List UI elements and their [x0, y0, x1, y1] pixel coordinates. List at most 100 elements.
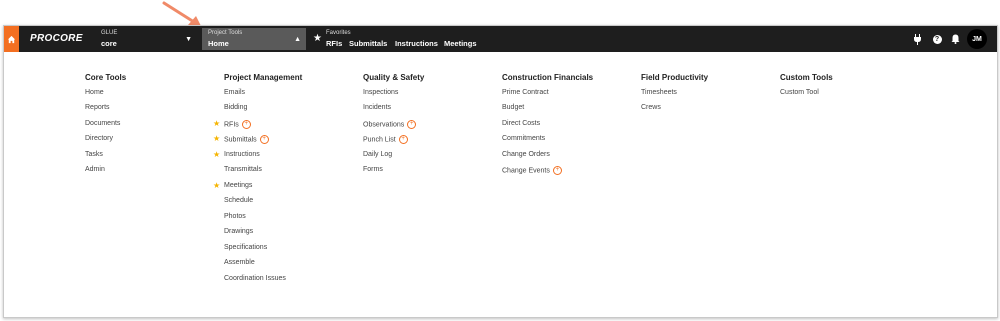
favorite-link-instructions[interactable]: Instructions — [395, 39, 438, 48]
home-button[interactable] — [4, 26, 19, 52]
menu-item-incidents[interactable]: Incidents — [363, 104, 391, 111]
company-name: GLUE — [101, 30, 118, 36]
menu-item-bidding[interactable]: Bidding — [224, 104, 247, 111]
menu-column-custom-tools: Custom Tools Custom Tool — [780, 73, 833, 96]
favorite-star-icon[interactable]: ★ — [213, 150, 220, 159]
column-heading: Quality & Safety — [363, 73, 425, 82]
plug-icon[interactable] — [911, 33, 923, 45]
menu-item-observations[interactable]: Observations + — [363, 119, 417, 129]
menu-item-submittals[interactable]: ★ Submittals + — [213, 134, 269, 144]
menu-item-label: Incidents — [363, 104, 392, 111]
menu-item-label: Change Orders — [502, 150, 550, 158]
caret-down-icon: ▼ — [185, 36, 192, 43]
menu-item-coordination-issues[interactable]: Coordination Issues — [224, 275, 286, 282]
menu-item-label: Directory — [85, 135, 114, 142]
menu-item-label: Budget — [502, 104, 525, 111]
project-selector[interactable]: GLUE core ▼ — [95, 28, 197, 50]
menu-column-core-tools: Core Tools Home Reports Documents Directory… — [85, 73, 127, 173]
menu-column-field-productivity: Field Productivity Timesheets Crews — [641, 73, 708, 111]
menu-item-prime-contract[interactable]: Prime Contract — [502, 89, 549, 96]
menu-item-label: Transmittals — [224, 166, 262, 173]
menu-item-label: Crews — [641, 104, 661, 111]
procore-logo[interactable]: PROCORE — [30, 33, 83, 44]
menu-item-label: Coordination Issues — [224, 274, 286, 282]
caret-up-icon: ▲ — [294, 36, 301, 43]
menu-item-label: Photos — [224, 212, 246, 220]
menu-item-meetings[interactable]: ★ Meetings — [213, 181, 253, 190]
menu-item-label: Instructions — [224, 150, 260, 158]
notification-bell-icon[interactable] — [949, 33, 961, 45]
help-glyph: ? — [932, 34, 942, 44]
menu-item-label: Observations — [363, 120, 405, 128]
favorite-star-icon[interactable]: ★ — [213, 181, 220, 190]
app-window: PROCORE GLUE core ▼ Project Tools Home ▲… — [3, 25, 998, 318]
menu-item-specifications[interactable]: Specifications — [224, 244, 267, 251]
menu-item-transmittals[interactable]: Transmittals — [224, 166, 262, 173]
column-heading: Construction Financials — [502, 73, 594, 82]
favorite-link-rfis[interactable]: RFIs — [326, 39, 342, 48]
menu-item-instructions[interactable]: ★ Instructions — [213, 150, 260, 159]
menu-item-label: Admin — [85, 166, 105, 173]
menu-item-direct-costs[interactable]: Direct Costs — [502, 120, 540, 127]
menu-item-admin[interactable]: Admin — [85, 166, 105, 173]
menu-item-label: Submittals — [224, 136, 257, 144]
favorites-star-icon: ★ — [313, 33, 322, 44]
project-tools-selector[interactable]: Project Tools Home ▲ — [202, 28, 306, 50]
favorite-star-icon[interactable]: ★ — [213, 119, 220, 128]
favorite-star-icon[interactable]: ★ — [213, 134, 220, 143]
quick-create-plus-icon[interactable]: + — [407, 119, 417, 129]
menu-item-reports[interactable]: Reports — [85, 104, 110, 111]
menu-item-punch-list[interactable]: Punch List + — [363, 135, 408, 144]
menu-column-construction-financials: Construction Financials Prime Contract Bu… — [502, 73, 594, 175]
menu-item-home[interactable]: Home — [85, 89, 104, 96]
menu-item-rfis[interactable]: ★ RFIs + — [213, 119, 251, 129]
quick-create-plus-icon[interactable]: + — [241, 119, 251, 129]
help-icon[interactable]: ? — [931, 33, 943, 45]
bell-glyph — [951, 34, 959, 44]
menu-item-crews[interactable]: Crews — [641, 104, 661, 111]
menu-item-inspections[interactable]: Inspections — [363, 89, 398, 96]
menu-item-label: Assemble — [224, 259, 255, 266]
menu-item-commitments[interactable]: Commitments — [502, 135, 545, 142]
menu-item-budget[interactable]: Budget — [502, 104, 524, 111]
menu-item-label: Bidding — [224, 104, 248, 111]
menu-item-schedule[interactable]: Schedule — [224, 197, 253, 204]
menu-item-label: Punch List — [363, 136, 396, 144]
quick-create-plus-icon[interactable]: + — [398, 135, 408, 144]
menu-item-forms[interactable]: Forms — [363, 166, 383, 173]
menu-item-timesheets[interactable]: Timesheets — [641, 89, 677, 96]
tool-selector-label: Project Tools — [208, 30, 243, 36]
menu-item-tasks[interactable]: Tasks — [85, 151, 103, 158]
home-icon — [7, 35, 16, 43]
menu-item-label: Home — [85, 88, 104, 96]
menu-item-custom-tool[interactable]: Custom Tool — [780, 89, 819, 96]
menu-item-label: Specifications — [224, 243, 268, 251]
menu-item-assemble[interactable]: Assemble — [224, 259, 255, 266]
menu-item-label: Daily Log — [363, 150, 393, 158]
menu-item-daily-log[interactable]: Daily Log — [363, 151, 392, 158]
quick-create-plus-icon[interactable]: + — [552, 166, 562, 175]
tool-selector-value: Home — [208, 39, 229, 48]
menu-item-change-events[interactable]: Change Events + — [502, 166, 562, 175]
quick-create-plus-icon[interactable]: + — [259, 135, 269, 144]
menu-column-project-management: Project Management Emails Bidding ★ RFIs + ★ S… — [213, 73, 303, 282]
favorite-link-submittals[interactable]: Submittals — [349, 39, 387, 48]
menu-item-label: Reports — [85, 104, 110, 111]
menu-item-label: Tasks — [85, 150, 103, 158]
menu-column-quality-safety: Quality & Safety Inspections Incidents Obs… — [363, 73, 425, 173]
menu-item-change-orders[interactable]: Change Orders — [502, 151, 550, 158]
menu-item-photos[interactable]: Photos — [224, 213, 246, 220]
user-avatar[interactable]: JM — [967, 29, 987, 49]
menu-item-directory[interactable]: Directory — [85, 135, 113, 142]
menu-item-emails[interactable]: Emails — [224, 89, 245, 96]
column-heading: Core Tools — [85, 73, 127, 82]
favorites-label: Favorites — [326, 30, 351, 36]
menu-item-label: Change Events — [502, 167, 550, 175]
favorite-link-meetings[interactable]: Meetings — [444, 39, 477, 48]
menu-item-label: Custom Tool — [780, 88, 819, 96]
menu-item-drawings[interactable]: Drawings — [224, 228, 253, 235]
menu-item-label: Meetings — [224, 181, 253, 189]
column-heading: Project Management — [224, 73, 303, 82]
menu-item-documents[interactable]: Documents — [85, 120, 120, 127]
menu-item-label: Timesheets — [641, 88, 677, 96]
